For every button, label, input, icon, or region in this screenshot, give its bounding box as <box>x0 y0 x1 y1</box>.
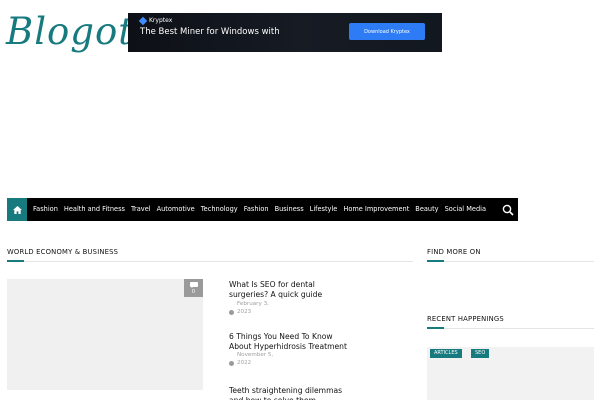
ad-download-button[interactable]: Download Kryptex <box>349 23 425 40</box>
sidebar-divider-2 <box>427 328 594 329</box>
nav-item-travel[interactable]: Travel <box>129 198 155 221</box>
section-divider <box>7 261 413 262</box>
post-title[interactable]: Teeth straightening dilemmas and how to … <box>229 386 354 400</box>
kryptex-logo-icon <box>138 16 148 25</box>
tag-seo[interactable]: SEO <box>471 349 490 358</box>
nav-item-automotive[interactable]: Automotive <box>155 198 199 221</box>
clock-icon <box>229 361 234 366</box>
ad-banner[interactable]: Kryptex The Best Miner for Windows with … <box>128 13 442 52</box>
sidebar-accent-bar <box>427 260 444 262</box>
nav-item-beauty[interactable]: Beauty <box>413 198 442 221</box>
comment-icon <box>189 281 198 288</box>
ad-brand: Kryptex <box>138 16 173 25</box>
nav-item-business[interactable]: Business <box>273 198 308 221</box>
nav-search-button[interactable] <box>502 203 514 216</box>
post-date: February 3, 2023 <box>237 301 269 315</box>
ad-brand-name: Kryptex <box>149 17 173 24</box>
nav-item-home-improvement[interactable]: Home Improvement <box>341 198 413 221</box>
section-title-recent-happenings: RECENT HAPPENINGS <box>427 315 504 323</box>
ad-headline: The Best Miner for Windows with <box>140 27 280 37</box>
sidebar-divider <box>427 261 594 262</box>
site-logo[interactable]: Blogot <box>6 10 133 54</box>
comment-count: 0 <box>191 288 196 295</box>
section-accent-bar <box>7 260 24 262</box>
nav-item-technology[interactable]: Technology <box>199 198 242 221</box>
nav-item-lifestyle[interactable]: Lifestyle <box>308 198 342 221</box>
search-icon <box>502 204 514 216</box>
section-title-world-economy: WORLD ECONOMY & BUSINESS <box>7 248 119 256</box>
post-date: November 5, 2022 <box>237 352 274 366</box>
nav-item-fashion[interactable]: Fashion <box>31 198 62 221</box>
comment-count-badge[interactable]: 0 <box>184 279 203 297</box>
main-navigation: Fashion Health and Fitness Travel Automotiv… <box>7 198 518 221</box>
nav-menu: Fashion Health and Fitness Travel Automotiv… <box>27 198 490 221</box>
nav-item-health-and-fitness[interactable]: Health and Fitness <box>62 198 129 221</box>
clock-icon <box>229 310 234 315</box>
nav-item-fashion[interactable]: Fashion <box>242 198 273 221</box>
sidebar-accent-bar-2 <box>427 327 444 329</box>
post-title[interactable]: 6 Things You Need To Know About Hyperhid… <box>229 332 354 351</box>
feature-post-image[interactable] <box>7 279 203 390</box>
section-title-find-more: FIND MORE ON <box>427 248 481 256</box>
tag-articles[interactable]: ARTICLES <box>430 349 462 358</box>
post-title[interactable]: What Is SEO for dental surgeries? A quic… <box>229 280 354 299</box>
nav-home-button[interactable] <box>7 198 27 221</box>
home-icon <box>12 205 22 214</box>
nav-item-social-media[interactable]: Social Media <box>443 198 490 221</box>
